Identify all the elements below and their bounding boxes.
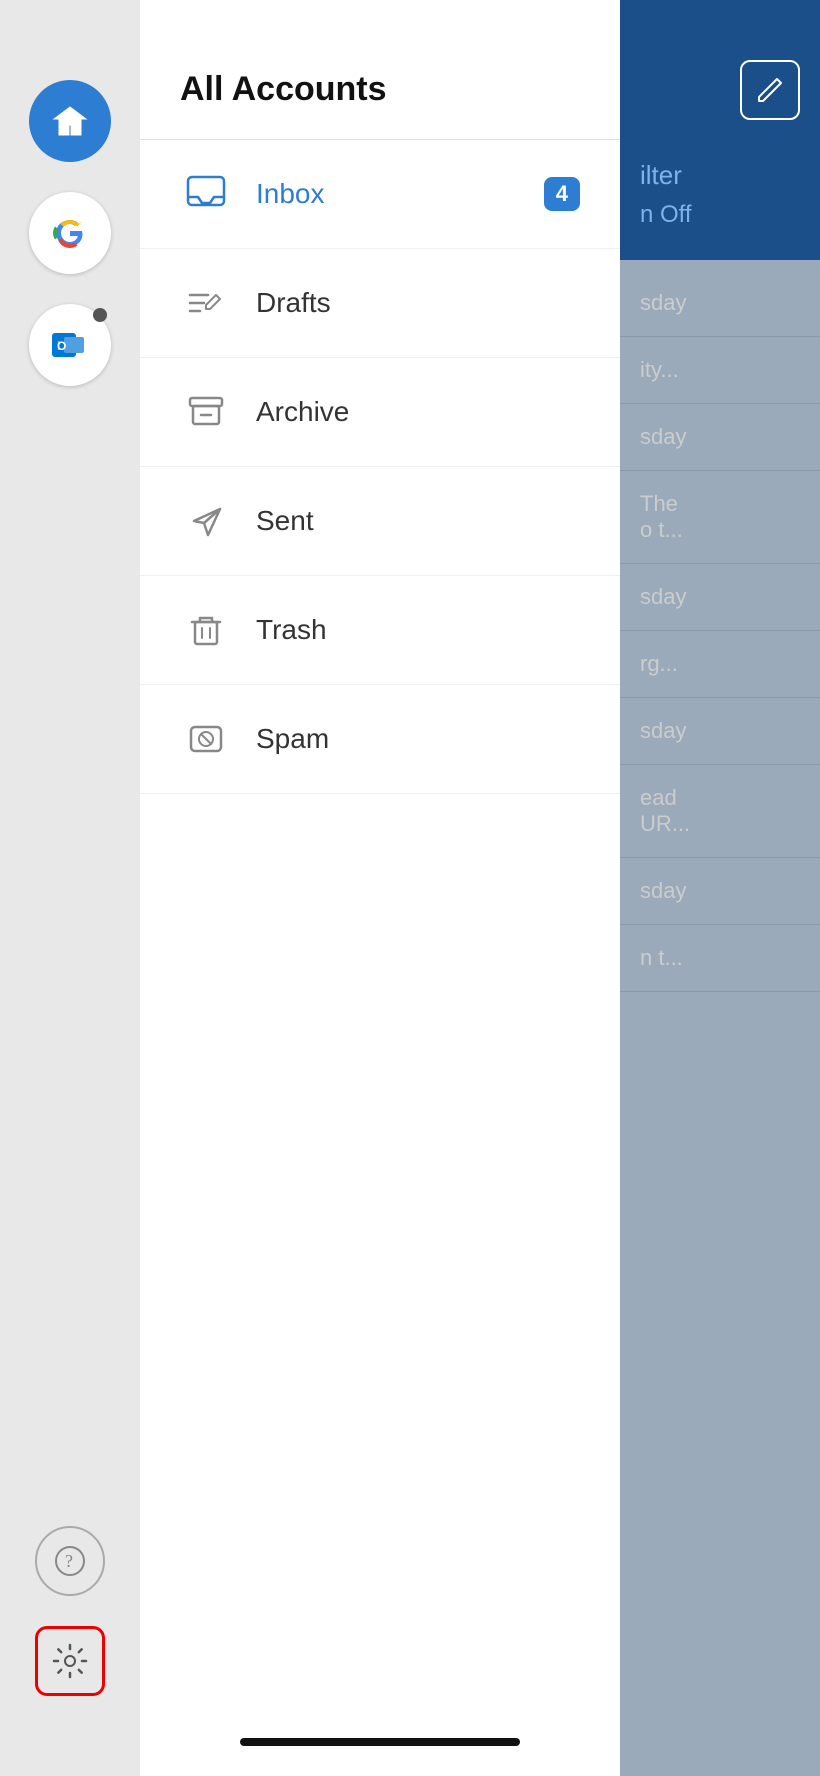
right-top-bar: ilter n Off (620, 0, 820, 260)
list-item-text: sday (640, 878, 800, 904)
help-icon: ? (54, 1545, 86, 1577)
menu-item-inbox[interactable]: Inbox 4 (140, 140, 620, 249)
archive-label: Archive (256, 396, 349, 428)
notification-dot (93, 308, 107, 322)
sidebar-item-outlook[interactable]: O l (29, 304, 111, 386)
google-icon (48, 211, 92, 255)
help-button[interactable]: ? (35, 1526, 105, 1596)
home-indicator (240, 1738, 520, 1746)
list-item-text: eadUR... (640, 785, 800, 837)
archive-icon (180, 386, 232, 438)
drawer-menu: Inbox 4 Drafts (140, 140, 620, 1718)
spam-icon (180, 713, 232, 765)
compose-button[interactable] (740, 60, 800, 120)
sent-icon (180, 495, 232, 547)
sidebar: O l ? (0, 0, 140, 1776)
sidebar-bottom: ? (35, 1526, 105, 1696)
menu-item-trash[interactable]: Trash (140, 576, 620, 685)
right-panel: ilter n Off sday ity... sday Theo t... s… (620, 0, 820, 1776)
drawer-panel: All Accounts Inbox 4 (140, 0, 620, 1776)
svg-text:?: ? (65, 1551, 73, 1571)
list-item-text: sday (640, 424, 800, 450)
list-item-text: sday (640, 290, 800, 316)
outlook-icon: O l (48, 323, 92, 367)
list-item[interactable]: ity... (620, 337, 820, 404)
list-item[interactable]: sday (620, 564, 820, 631)
menu-item-archive[interactable]: Archive (140, 358, 620, 467)
list-item[interactable]: eadUR... (620, 765, 820, 858)
list-item[interactable]: n t... (620, 925, 820, 992)
list-item[interactable]: sday (620, 270, 820, 337)
list-item-text: rg... (640, 651, 800, 677)
menu-item-spam[interactable]: Spam (140, 685, 620, 794)
list-item-text: sday (640, 584, 800, 610)
list-item[interactable]: sday (620, 698, 820, 765)
drawer-title: All Accounts (180, 70, 580, 109)
settings-button[interactable] (35, 1626, 105, 1696)
list-item[interactable]: Theo t... (620, 471, 820, 564)
list-item-text: Theo t... (640, 491, 800, 543)
trash-label: Trash (256, 614, 327, 646)
menu-item-drafts[interactable]: Drafts (140, 249, 620, 358)
list-item-text: sday (640, 718, 800, 744)
sent-label: Sent (256, 505, 314, 537)
filter-label: ilter (640, 160, 682, 190)
menu-item-sent[interactable]: Sent (140, 467, 620, 576)
sidebar-item-home[interactable] (29, 80, 111, 162)
drafts-icon (180, 277, 232, 329)
right-email-list: sday ity... sday Theo t... sday rg... sd… (620, 260, 820, 1776)
list-item[interactable]: rg... (620, 631, 820, 698)
settings-icon (52, 1643, 88, 1679)
list-item-text: ity... (640, 357, 800, 383)
home-icon (48, 99, 92, 143)
list-item[interactable]: sday (620, 858, 820, 925)
list-item-text: n t... (640, 945, 800, 971)
spam-label: Spam (256, 723, 329, 755)
focus-off-label: n Off (640, 201, 692, 228)
svg-text:l: l (57, 339, 60, 353)
drawer-header: All Accounts (140, 0, 620, 140)
inbox-icon (180, 168, 232, 220)
sidebar-item-google[interactable] (29, 192, 111, 274)
compose-icon (755, 75, 785, 105)
trash-icon (180, 604, 232, 656)
list-item[interactable]: sday (620, 404, 820, 471)
inbox-label: Inbox (256, 178, 325, 210)
inbox-badge: 4 (544, 177, 580, 211)
drafts-label: Drafts (256, 287, 331, 319)
